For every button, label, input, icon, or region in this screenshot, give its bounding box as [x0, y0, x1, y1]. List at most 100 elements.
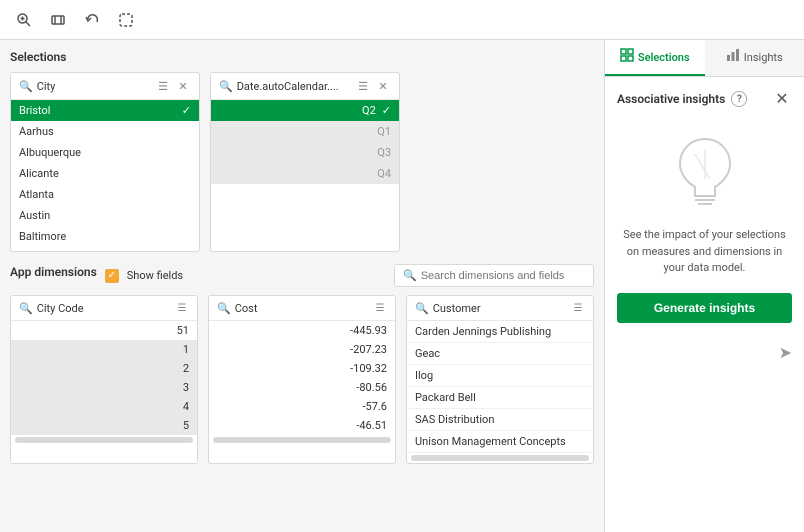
- city-code-menu-icon[interactable]: ☰: [175, 301, 189, 315]
- app-dim-top-row: App dimensions ✓ Show fields 🔍: [10, 264, 594, 287]
- cost-val-1[interactable]: -207.23: [209, 340, 395, 359]
- customer-header: 🔍 Customer ☰: [407, 296, 593, 321]
- city-code-val-1[interactable]: 1: [11, 340, 197, 359]
- insights-body-text: See the impact of your selections on mea…: [617, 227, 792, 277]
- customer-item-3[interactable]: Packard Bell: [407, 387, 593, 409]
- city-code-value: 4: [183, 400, 189, 413]
- customer-item-1[interactable]: Geac: [407, 343, 593, 365]
- city-code-value: 3: [183, 381, 189, 394]
- city-code-value: 51: [177, 324, 189, 337]
- date-search-icon: 🔍: [219, 80, 233, 93]
- selections-title: Selections: [10, 50, 594, 64]
- city-code-card: 🔍 City Code ☰ 51 1 2 3 4: [10, 295, 198, 464]
- selections-row: 🔍 City ☰ ✕ Bristol ✓ Aarhus Albuquerque …: [10, 72, 594, 252]
- app-dim-left: App dimensions ✓ Show fields: [10, 265, 183, 287]
- city-code-header: 🔍 City Code ☰: [11, 296, 197, 321]
- city-search-icon: 🔍: [19, 80, 33, 93]
- lasso-button[interactable]: [112, 6, 140, 34]
- cost-val-3[interactable]: -80.56: [209, 378, 395, 397]
- city-item-baltimore[interactable]: Baltimore: [11, 226, 199, 247]
- city-filter-box: 🔍 City ☰ ✕ Bristol ✓ Aarhus Albuquerque …: [10, 72, 200, 252]
- city-item-austin[interactable]: Austin: [11, 205, 199, 226]
- right-tabs: Selections Insights: [605, 40, 804, 77]
- date-filter-header: 🔍 Date.autoCalendar.... ☰ ✕: [211, 73, 399, 100]
- cost-header: 🔍 Cost ☰: [209, 296, 395, 321]
- undo-button[interactable]: [78, 6, 106, 34]
- customer-item-4[interactable]: SAS Distribution: [407, 409, 593, 431]
- date-item-q3[interactable]: Q3: [211, 142, 399, 163]
- city-code-val-3[interactable]: 3: [11, 378, 197, 397]
- show-fields-checkbox[interactable]: ✓: [105, 269, 119, 283]
- date-item-q1[interactable]: Q1: [211, 121, 399, 142]
- cost-search-icon: 🔍: [217, 302, 231, 315]
- city-code-scrollbar[interactable]: [15, 437, 193, 443]
- main-container: Selections 🔍 City ☰ ✕ Bristol ✓ Aarhus A…: [0, 40, 804, 532]
- city-code-search-icon: 🔍: [19, 302, 33, 315]
- city-filter-header: 🔍 City ☰ ✕: [11, 73, 199, 100]
- city-code-val-2[interactable]: 2: [11, 359, 197, 378]
- app-dim-title: App dimensions: [10, 265, 97, 279]
- cost-val-5[interactable]: -46.51: [209, 416, 395, 435]
- insights-tab-icon: [726, 48, 740, 66]
- customer-item-2[interactable]: Ilog: [407, 365, 593, 387]
- cost-val-2[interactable]: -109.32: [209, 359, 395, 378]
- city-code-val-4[interactable]: 4: [11, 397, 197, 416]
- city-code-value: 5: [183, 419, 189, 432]
- city-close-icon[interactable]: ✕: [175, 78, 191, 94]
- zoom-in-button[interactable]: [10, 6, 38, 34]
- left-panel: Selections 🔍 City ☰ ✕ Bristol ✓ Aarhus A…: [0, 40, 604, 532]
- date-filter-box: 🔍 Date.autoCalendar.... ☰ ✕ Q2 ✓ Q1 Q3 Q…: [210, 72, 400, 252]
- customer-item-5[interactable]: Unison Management Concepts: [407, 431, 593, 453]
- city-code-value: 1: [183, 343, 189, 356]
- insights-panel: Associative insights ? ✕: [605, 77, 804, 374]
- city-code-title: City Code: [37, 302, 171, 315]
- tab-selections[interactable]: Selections: [605, 40, 705, 76]
- city-code-val-5[interactable]: 5: [11, 416, 197, 435]
- tab-selections-label: Selections: [638, 51, 690, 64]
- cost-title: Cost: [235, 302, 369, 315]
- selections-tab-icon: [620, 48, 634, 66]
- right-panel: Selections Insights Associative insights…: [604, 40, 804, 532]
- customer-title: Customer: [433, 302, 567, 315]
- city-item-albuquerque[interactable]: Albuquerque: [11, 142, 199, 163]
- help-icon[interactable]: ?: [731, 91, 747, 107]
- cost-val-0[interactable]: -445.93: [209, 321, 395, 340]
- show-fields-label: Show fields: [127, 269, 183, 282]
- insights-close-button[interactable]: ✕: [772, 89, 792, 109]
- customer-search-icon: 🔍: [415, 302, 429, 315]
- insights-header: Associative insights ? ✕: [617, 89, 792, 109]
- cursor-indicator: ➤: [779, 343, 792, 362]
- dimensions-search-bar[interactable]: 🔍: [394, 264, 594, 287]
- city-item-aarhus[interactable]: Aarhus: [11, 121, 199, 142]
- cost-card: 🔍 Cost ☰ -445.93 -207.23 -109.32 -80.56 …: [208, 295, 396, 464]
- date-list-icon[interactable]: ☰: [355, 78, 371, 94]
- city-item-alicante[interactable]: Alicante: [11, 163, 199, 184]
- generate-insights-button[interactable]: Generate insights: [617, 293, 792, 323]
- date-filter-title: Date.autoCalendar....: [237, 80, 351, 93]
- dimensions-search-icon: 🔍: [403, 269, 417, 282]
- dim-cards-row: 🔍 City Code ☰ 51 1 2 3 4: [10, 295, 594, 464]
- toolbar: [0, 0, 804, 40]
- city-item-bristol[interactable]: Bristol ✓: [11, 100, 199, 121]
- city-item-atlanta[interactable]: Atlanta: [11, 184, 199, 205]
- fit-selection-button[interactable]: [44, 6, 72, 34]
- city-filter-title: City: [37, 80, 151, 93]
- date-item-q2[interactable]: Q2 ✓: [211, 100, 399, 121]
- cost-val-4[interactable]: -57.6: [209, 397, 395, 416]
- cost-scrollbar[interactable]: [213, 437, 391, 443]
- customer-item-0[interactable]: Carden Jennings Publishing: [407, 321, 593, 343]
- dimensions-search-input[interactable]: [421, 270, 585, 282]
- city-code-value: 2: [183, 362, 189, 375]
- customer-scrollbar[interactable]: [411, 455, 589, 461]
- cost-menu-icon[interactable]: ☰: [373, 301, 387, 315]
- city-code-val-0[interactable]: 51: [11, 321, 197, 340]
- customer-menu-icon[interactable]: ☰: [571, 301, 585, 315]
- insights-header-left: Associative insights ?: [617, 91, 747, 107]
- date-close-icon[interactable]: ✕: [375, 78, 391, 94]
- tab-insights[interactable]: Insights: [705, 40, 804, 76]
- date-item-q4[interactable]: Q4: [211, 163, 399, 184]
- city-list-icon[interactable]: ☰: [155, 78, 171, 94]
- customer-card: 🔍 Customer ☰ Carden Jennings Publishing …: [406, 295, 594, 464]
- associative-insights-title: Associative insights: [617, 92, 725, 106]
- lightbulb-icon: [675, 131, 735, 211]
